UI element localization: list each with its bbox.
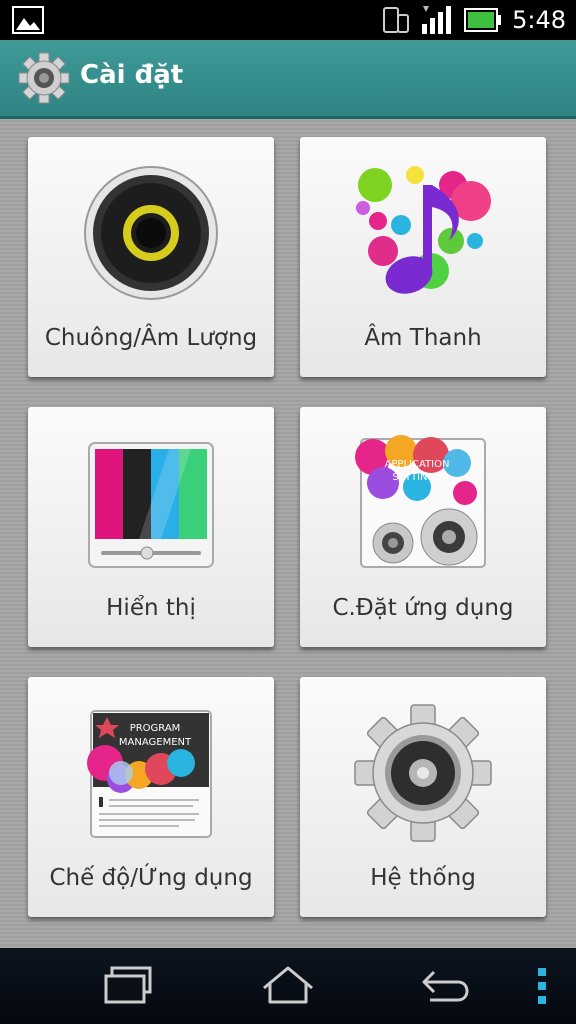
phone-vibrate-icon xyxy=(383,7,410,33)
tile-ringtone-volume[interactable]: Chuông/Âm Lượng xyxy=(28,137,274,377)
image-notification-icon xyxy=(12,6,44,34)
status-bar: 5:48 xyxy=(0,0,576,40)
speaker-icon xyxy=(84,166,218,300)
tile-app-settings[interactable]: APPLICATION SETTINGS C.Đặt ứng dụng xyxy=(300,407,546,647)
settings-grid: Chuông/Âm Lượng Âm Thanh Hiển thị APPLIC… xyxy=(0,119,576,948)
art-text: PROGRAM xyxy=(130,723,181,734)
tile-label: Âm Thanh xyxy=(364,325,482,351)
tile-label: Hiển thị xyxy=(106,595,196,621)
art-text: SETTINGS xyxy=(392,472,441,483)
recent-apps-icon[interactable] xyxy=(102,964,154,1008)
action-bar: Cài đặt xyxy=(0,40,576,119)
menu-icon[interactable] xyxy=(536,964,548,1008)
battery-icon xyxy=(464,8,502,32)
settings-gear-icon[interactable] xyxy=(18,52,70,104)
tile-label: Chế độ/Ứng dụng xyxy=(49,865,253,891)
navigation-bar xyxy=(0,948,576,1024)
tile-display[interactable]: Hiển thị xyxy=(28,407,274,647)
art-text: APPLICATION xyxy=(385,459,450,470)
tile-system[interactable]: Hệ thống xyxy=(300,677,546,917)
app-settings-icon: APPLICATION SETTINGS xyxy=(355,435,486,568)
tile-label: C.Đặt ứng dụng xyxy=(332,595,514,621)
system-gear-icon xyxy=(354,704,492,842)
signal-icon xyxy=(422,6,452,34)
back-icon[interactable] xyxy=(420,964,474,1008)
tile-program-management[interactable]: PROGRAM MANAGEMENT Chế độ/Ứng dụng xyxy=(28,677,274,917)
art-text: MANAGEMENT xyxy=(119,737,192,748)
tile-label: Chuông/Âm Lượng xyxy=(44,325,258,351)
display-icon xyxy=(88,442,214,568)
status-time: 5:48 xyxy=(512,6,566,34)
tile-sound[interactable]: Âm Thanh xyxy=(300,137,546,377)
page-title: Cài đặt xyxy=(80,60,184,90)
music-note-icon xyxy=(356,166,491,294)
program-management-icon: PROGRAM MANAGEMENT xyxy=(87,710,212,838)
home-icon[interactable] xyxy=(258,964,318,1008)
tile-label: Hệ thống xyxy=(370,865,476,891)
